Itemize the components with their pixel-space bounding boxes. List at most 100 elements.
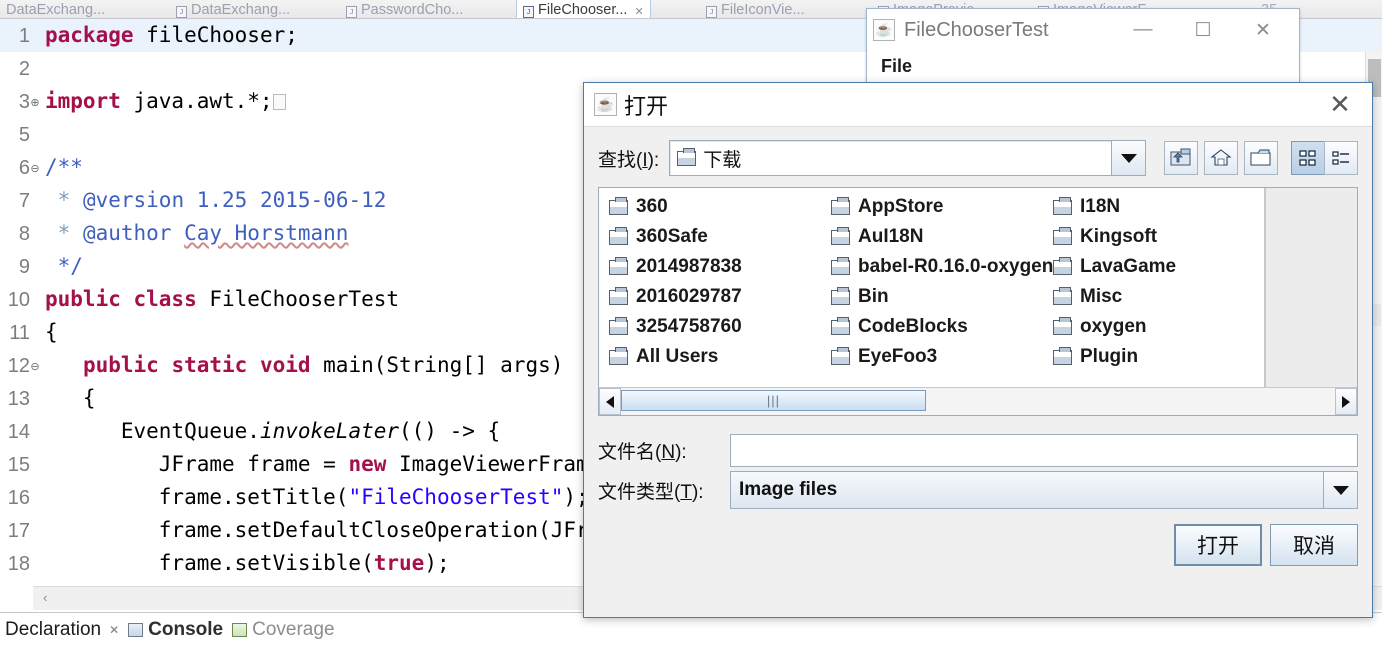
line-number: 11 <box>9 322 30 344</box>
line-number: 18 <box>7 553 30 575</box>
dialog-title-label: 打开 <box>624 93 669 119</box>
fold-marker[interactable]: ⊖ <box>30 153 40 186</box>
scrollbar-thumb[interactable]: ||| <box>621 390 926 411</box>
editor-tab-fileiconview[interactable]: J FileIconVie... <box>700 0 811 18</box>
scroll-right-arrow-icon[interactable] <box>1335 388 1357 415</box>
editor-tab-label: FileChooser... <box>538 2 628 18</box>
list-item[interactable]: LavaGame <box>1043 252 1264 282</box>
list-item[interactable]: babel-R0.16.0-oxygen <box>821 252 1053 282</box>
minimize-button[interactable]: — <box>1113 19 1173 41</box>
list-item[interactable]: Bin <box>821 282 1043 312</box>
fold-marker[interactable]: ⊕ <box>30 87 40 120</box>
menu-item-file[interactable]: File <box>881 56 912 77</box>
bottom-tab-console[interactable]: Console <box>128 619 223 641</box>
fold-marker[interactable]: ⊖ <box>30 351 40 384</box>
up-one-level-button[interactable] <box>1164 141 1198 175</box>
look-in-row: 查找(I): 下载 <box>598 137 1358 179</box>
open-button[interactable]: 打开 <box>1174 524 1262 566</box>
chevron-down-icon[interactable] <box>1111 141 1145 175</box>
editor-tab-label: DataExchang... <box>191 2 291 18</box>
dialog-title-bar[interactable]: ☕ 打开 ✕ <box>584 83 1372 127</box>
filechoosertest-window[interactable]: ☕ FileChooserTest — ☐ ✕ File <box>866 8 1300 90</box>
file-name-input[interactable] <box>730 433 1358 467</box>
list-item[interactable]: oxygen <box>1043 312 1264 342</box>
line-number: 10 <box>7 289 30 311</box>
list-item-label: AppStore <box>858 196 944 217</box>
cancel-button[interactable]: 取消 <box>1270 524 1358 566</box>
line-number: 12 <box>7 355 30 377</box>
folder-icon <box>1053 226 1072 245</box>
list-item[interactable]: Misc <box>1043 282 1264 312</box>
line-number: 8 <box>18 223 30 245</box>
list-item[interactable]: 360Safe <box>599 222 821 252</box>
maximize-button[interactable]: ☐ <box>1173 19 1233 42</box>
list-item-label: Kingsoft <box>1080 226 1158 247</box>
list-item-label: Bin <box>858 286 889 307</box>
java-coffee-cup-icon: ☕ <box>594 93 617 116</box>
bottom-tab-declaration[interactable]: Declaration ✕ <box>5 619 119 641</box>
close-icon[interactable]: ✕ <box>109 623 119 637</box>
file-list-column-3: I18N Kingsoft LavaGame Misc oxygen Plugi… <box>1043 188 1265 387</box>
window-menu-bar[interactable]: File <box>867 51 1299 81</box>
folder-icon <box>1053 286 1072 305</box>
list-item-label: I18N <box>1080 196 1121 217</box>
folder-icon <box>609 316 628 335</box>
list-item[interactable]: 2016029787 <box>599 282 821 312</box>
scrollbar-track[interactable]: ||| <box>621 388 1335 415</box>
line-number: 7 <box>18 190 30 212</box>
view-mode-group[interactable] <box>1291 141 1358 175</box>
editor-tab-dataexchange-1[interactable]: DataExchang... <box>0 0 111 18</box>
dialog-body: 查找(I): 下载 360 360Safe 2014987838 2016029… <box>584 127 1372 617</box>
window-title-label: FileChooserTest <box>904 18 1049 41</box>
list-item[interactable]: 360 <box>599 192 821 222</box>
list-item[interactable]: CodeBlocks <box>821 312 1043 342</box>
list-item[interactable]: EyeFoo3 <box>821 342 1043 372</box>
home-button[interactable] <box>1204 141 1238 175</box>
bottom-tab-coverage[interactable]: Coverage <box>232 619 335 641</box>
list-item[interactable]: Plugin <box>1043 342 1264 372</box>
details-view-button[interactable] <box>1324 141 1358 175</box>
editor-tab-label: FileIconVie... <box>721 2 805 18</box>
line-number: 13 <box>7 388 30 410</box>
list-item[interactable]: AuI18N <box>821 222 1043 252</box>
list-item-label: All Users <box>636 346 719 367</box>
new-folder-button[interactable] <box>1244 141 1278 175</box>
scroll-left-arrow-icon[interactable] <box>599 388 621 415</box>
coverage-icon <box>232 622 248 637</box>
close-icon[interactable]: ✕ <box>634 5 643 18</box>
look-in-combobox[interactable]: 下载 <box>669 140 1146 176</box>
folder-icon <box>831 286 850 305</box>
java-file-icon: J <box>346 6 357 18</box>
bottom-tab-label: Declaration <box>5 618 102 640</box>
line-number: 2 <box>18 58 30 80</box>
list-item-label: 2016029787 <box>636 286 742 307</box>
line-number: 3 <box>18 91 30 113</box>
list-item[interactable]: All Users <box>599 342 821 372</box>
folder-icon <box>831 346 850 365</box>
file-type-combobox[interactable]: Image files <box>730 471 1358 509</box>
list-item[interactable]: 3254758760 <box>599 312 821 342</box>
dialog-toolbar[interactable] <box>1164 141 1358 175</box>
list-item-label: oxygen <box>1080 316 1147 337</box>
close-button[interactable]: ✕ <box>1233 19 1293 42</box>
list-item[interactable]: 2014987838 <box>599 252 821 282</box>
file-list-panel[interactable]: 360 360Safe 2014987838 2016029787 325475… <box>598 187 1358 416</box>
editor-tab-passwordchooser[interactable]: J PasswordCho... <box>340 0 469 18</box>
folder-icon <box>831 196 850 215</box>
window-title-bar[interactable]: ☕ FileChooserTest — ☐ ✕ <box>867 9 1299 51</box>
list-view-button[interactable] <box>1291 141 1325 175</box>
editor-tab-filechooser[interactable]: J FileChooser... ✕ <box>516 0 651 18</box>
collapsed-imports-placeholder[interactable] <box>272 94 286 110</box>
list-item[interactable]: Kingsoft <box>1043 222 1264 252</box>
editor-tab-dataexchange-2[interactable]: J DataExchang... <box>170 0 296 18</box>
file-list-horizontal-scrollbar[interactable]: ||| <box>599 387 1357 415</box>
open-file-dialog[interactable]: ☕ 打开 ✕ 查找(I): 下载 360 360Safe 2014987838 … <box>583 82 1373 618</box>
file-type-row: 文件类型(T): Image files <box>598 470 1358 510</box>
line-number: 9 <box>18 256 30 278</box>
dialog-close-button[interactable]: ✕ <box>1314 89 1366 120</box>
chevron-down-icon[interactable] <box>1323 472 1357 508</box>
list-item[interactable]: I18N <box>1043 192 1264 222</box>
list-item[interactable]: AppStore <box>821 192 1043 222</box>
line-number: 15 <box>7 454 30 476</box>
file-list[interactable]: 360 360Safe 2014987838 2016029787 325475… <box>599 188 1357 387</box>
